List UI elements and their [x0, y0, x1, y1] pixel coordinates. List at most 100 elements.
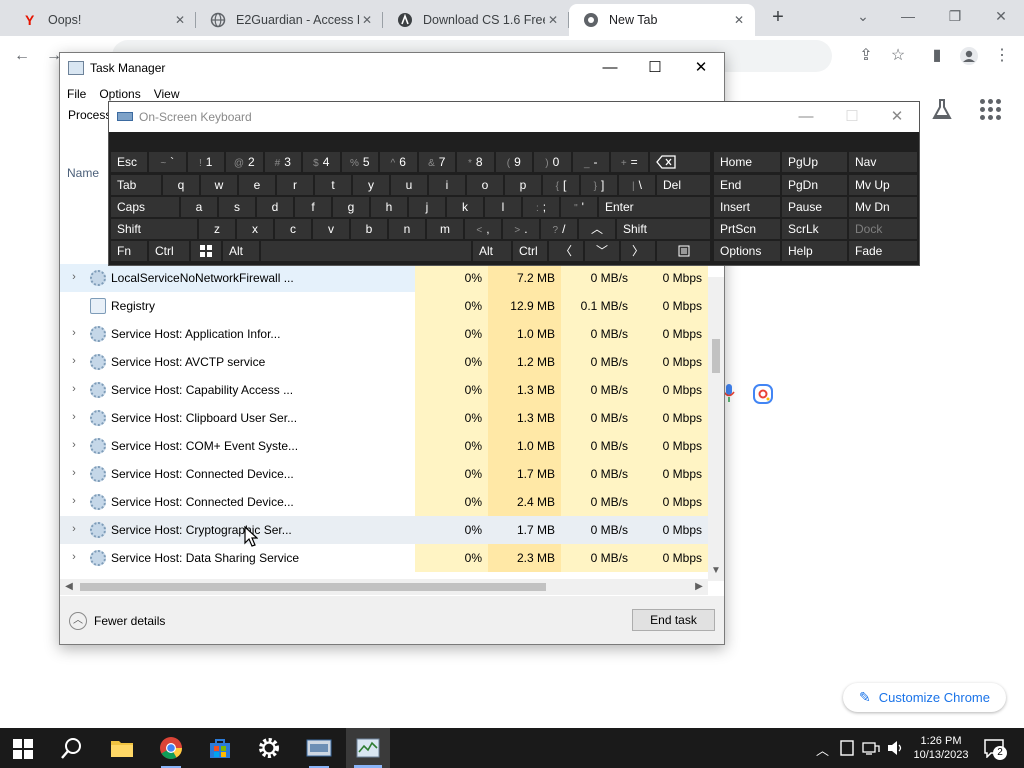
- customize-chrome-button[interactable]: ✎ Customize Chrome: [843, 683, 1006, 712]
- osk-titlebar[interactable]: On-Screen Keyboard — ☐ ✕: [109, 102, 919, 132]
- chevron-right-icon[interactable]: ›: [68, 383, 80, 395]
- profile-icon[interactable]: [957, 44, 981, 68]
- close-tab-icon[interactable]: ✕: [359, 12, 375, 28]
- microsoft-store-icon[interactable]: [208, 736, 232, 763]
- key-arrow-right[interactable]: 〉: [621, 241, 655, 261]
- key-h[interactable]: h: [371, 197, 407, 217]
- key-0[interactable]: ) 0: [534, 152, 571, 172]
- key-del[interactable]: Del: [657, 175, 710, 195]
- chevron-right-icon[interactable]: ›: [68, 551, 80, 563]
- key-t[interactable]: t: [315, 175, 351, 195]
- key-g[interactable]: g: [333, 197, 369, 217]
- chevron-right-icon[interactable]: ›: [68, 271, 80, 283]
- osk-taskbar-icon[interactable]: [306, 736, 332, 768]
- key-nav[interactable]: Nav: [849, 152, 917, 172]
- key-m[interactable]: m: [427, 219, 463, 239]
- key-sym-bottom-0[interactable]: <,: [465, 219, 501, 239]
- chrome-menu-icon[interactable]: ⋮: [990, 44, 1014, 68]
- key-9[interactable]: (9: [495, 152, 532, 172]
- key-arrow-down[interactable]: ﹀: [585, 241, 619, 261]
- key-backspace[interactable]: [650, 152, 710, 172]
- minimize-icon[interactable]: —: [595, 58, 625, 78]
- key-scrlk[interactable]: ScrLk: [782, 219, 847, 239]
- task-manager-titlebar[interactable]: Task Manager — ☐ ✕: [60, 53, 724, 83]
- key-pause[interactable]: Pause: [782, 197, 847, 217]
- key-fade[interactable]: Fade: [849, 241, 917, 261]
- key-shift-right[interactable]: Shift: [617, 219, 710, 239]
- volume-icon[interactable]: [887, 740, 905, 759]
- google-apps-icon[interactable]: [980, 99, 1001, 120]
- bookmark-star-icon[interactable]: ☆: [886, 44, 910, 68]
- key-help[interactable]: Help: [782, 241, 847, 261]
- key-b[interactable]: b: [351, 219, 387, 239]
- key-arrow-left[interactable]: 〈: [549, 241, 583, 261]
- google-lens-icon[interactable]: [752, 383, 774, 405]
- close-icon[interactable]: ✕: [686, 58, 716, 78]
- tab-download-cs[interactable]: Download CS 1.6 Free ✕: [383, 4, 569, 36]
- key-alt-left[interactable]: Alt: [223, 241, 259, 261]
- process-row[interactable]: › Service Host: COM+ Event Syste... 0% 1.0 …: [60, 432, 708, 460]
- key-d[interactable]: d: [257, 197, 293, 217]
- settings-gear-icon[interactable]: [257, 736, 281, 763]
- key-=[interactable]: + =: [611, 152, 648, 172]
- process-row[interactable]: › Service Host: Cryptographic Ser... 0% 1.7…: [60, 516, 708, 544]
- key-f[interactable]: f: [295, 197, 331, 217]
- key-mvup[interactable]: Mv Up: [849, 175, 917, 195]
- tab-search-icon[interactable]: ⌄: [848, 4, 878, 28]
- key-w[interactable]: w: [201, 175, 237, 195]
- key-context-menu[interactable]: [657, 241, 710, 261]
- clock[interactable]: 1:26 PM 10/13/2023: [910, 734, 972, 762]
- search-icon[interactable]: [60, 736, 84, 763]
- key-insert[interactable]: Insert: [714, 197, 780, 217]
- key-u[interactable]: u: [391, 175, 427, 195]
- key-sym-bottom-2[interactable]: ? /: [541, 219, 577, 239]
- maximize-icon[interactable]: ☐: [640, 58, 670, 78]
- key-home[interactable]: Home: [714, 152, 780, 172]
- key-arrow-up[interactable]: ︿: [579, 219, 615, 239]
- back-icon[interactable]: ←: [10, 44, 34, 68]
- key-y[interactable]: y: [353, 175, 389, 195]
- end-task-button[interactable]: End task: [632, 609, 715, 631]
- scroll-down-icon[interactable]: ▼: [710, 565, 722, 577]
- key-fn[interactable]: Fn: [111, 241, 147, 261]
- new-tab-button[interactable]: +: [768, 7, 788, 27]
- key-space[interactable]: [261, 241, 471, 261]
- process-row[interactable]: › Service Host: Capability Access ... 0% 1.…: [60, 376, 708, 404]
- fewer-details-link[interactable]: Fewer details: [94, 614, 165, 628]
- key-e[interactable]: e: [239, 175, 275, 195]
- key-q[interactable]: q: [163, 175, 199, 195]
- key-2[interactable]: @2: [226, 152, 263, 172]
- chevron-right-icon[interactable]: ›: [68, 411, 80, 423]
- key-ctrl-right[interactable]: Ctrl: [513, 241, 547, 261]
- key-sym-bottom-1[interactable]: >.: [503, 219, 539, 239]
- close-tab-icon[interactable]: ✕: [172, 12, 188, 28]
- process-row[interactable]: › Service Host: Application Infor... 0% 1.0…: [60, 320, 708, 348]
- restore-icon[interactable]: ❐: [940, 4, 970, 28]
- scroll-left-icon[interactable]: ◀: [63, 581, 75, 593]
- key-6[interactable]: ^ 6: [380, 152, 417, 172]
- side-panel-icon[interactable]: ▮: [925, 44, 949, 68]
- notification-center-icon[interactable]: 2: [984, 738, 1007, 761]
- chevron-right-icon[interactable]: ›: [68, 495, 80, 507]
- key-x[interactable]: x: [237, 219, 273, 239]
- minimize-icon[interactable]: —: [791, 106, 821, 128]
- key-a[interactable]: a: [181, 197, 217, 217]
- chevron-right-icon[interactable]: ›: [68, 439, 80, 451]
- key-`[interactable]: ~ `: [149, 152, 186, 172]
- key-n[interactable]: n: [389, 219, 425, 239]
- chevron-right-icon[interactable]: ›: [68, 327, 80, 339]
- key-sym-home-0[interactable]: :;: [523, 197, 559, 217]
- key-o[interactable]: o: [467, 175, 503, 195]
- key-sym-0[interactable]: {[: [543, 175, 579, 195]
- share-icon[interactable]: ⇪: [854, 44, 878, 68]
- key-shift-left[interactable]: Shift: [111, 219, 197, 239]
- tab-e2guardian[interactable]: E2Guardian - Access De ✕: [196, 4, 383, 36]
- key-sym-2[interactable]: | \: [619, 175, 655, 195]
- key-8[interactable]: * 8: [457, 152, 494, 172]
- tablet-icon[interactable]: [840, 740, 854, 759]
- key-ctrl-left[interactable]: Ctrl: [149, 241, 189, 261]
- process-row[interactable]: › Service Host: Data Sharing Service 0% 2.3…: [60, 544, 708, 572]
- key-v[interactable]: v: [313, 219, 349, 239]
- key-k[interactable]: k: [447, 197, 483, 217]
- menu-file[interactable]: File: [67, 83, 86, 105]
